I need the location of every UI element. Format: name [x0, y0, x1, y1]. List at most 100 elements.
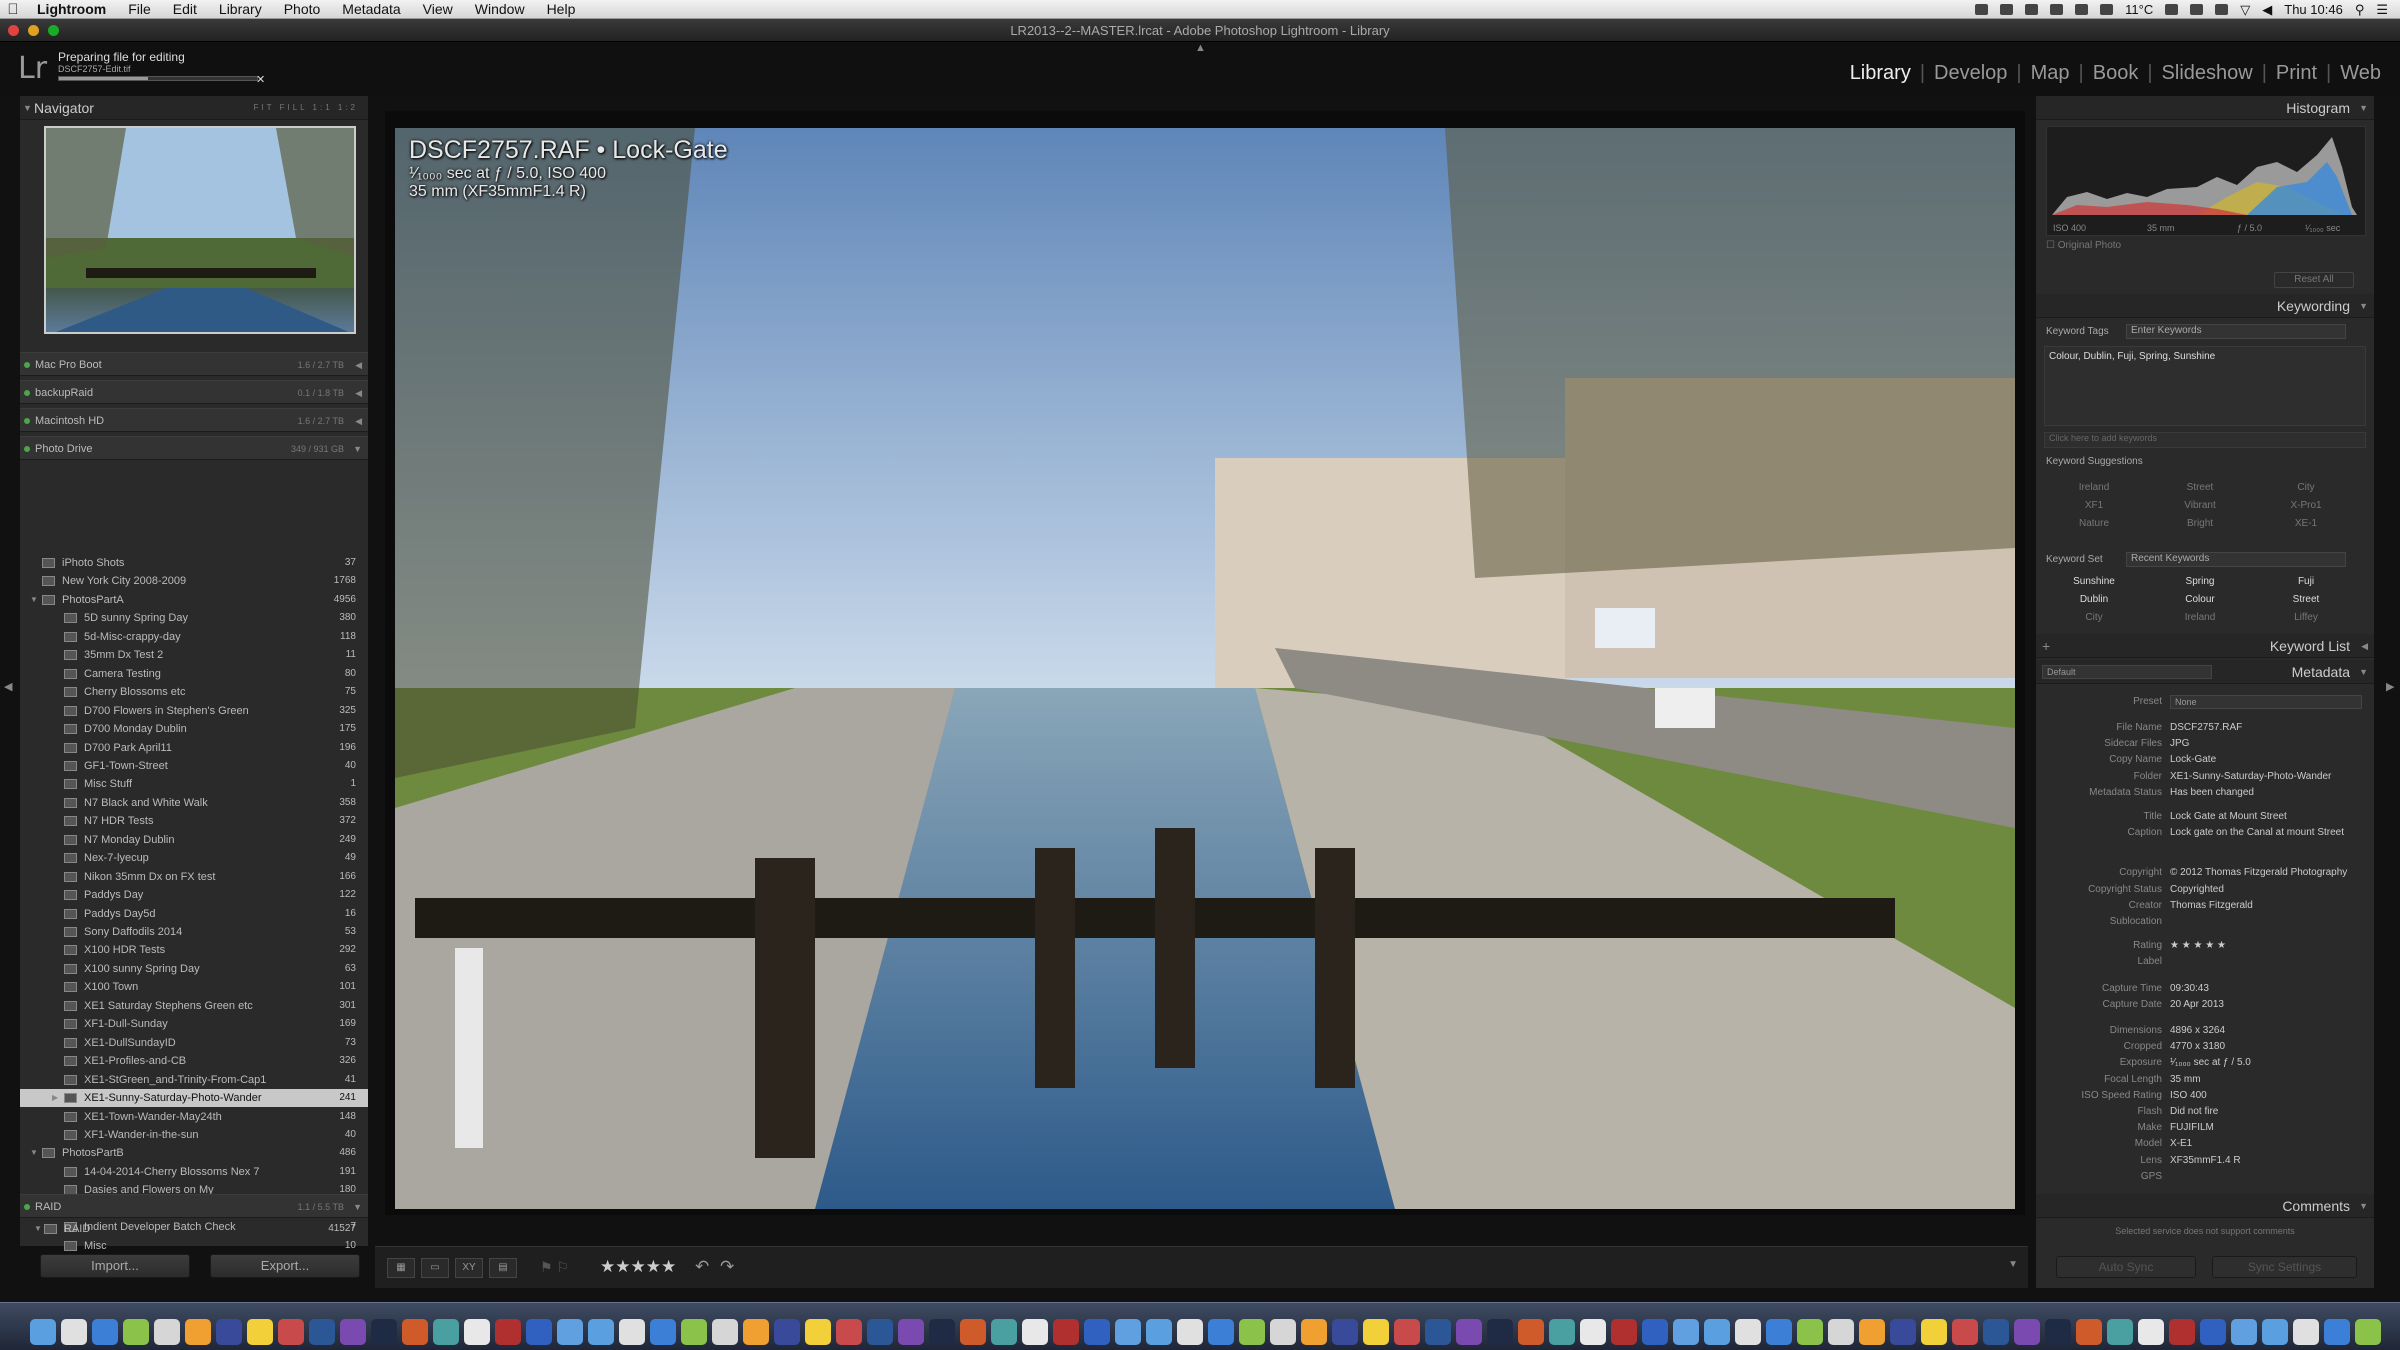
compare-view-icon[interactable]: XY [455, 1258, 483, 1278]
volume-menu-icon[interactable]: ◀ [355, 409, 362, 433]
collapse-folder-icon[interactable]: ▼ [30, 1144, 38, 1162]
add-keyword-icon[interactable]: + [2042, 634, 2050, 658]
volume-menu-icon[interactable]: ▼ [353, 437, 362, 461]
flag-icons[interactable]: ⚑ ⚐ [540, 1259, 569, 1276]
dock-app-icon[interactable] [247, 1319, 273, 1345]
metadata-value[interactable]: 4896 x 3264 [2170, 1023, 2225, 1039]
dock-app-icon[interactable] [1208, 1319, 1234, 1345]
dock-app-icon[interactable] [1239, 1319, 1265, 1345]
navigator-header[interactable]: ▼ Navigator FIT FILL 1:1 1:2 [20, 96, 368, 120]
dock-app-icon[interactable] [991, 1319, 1017, 1345]
dock-app-icon[interactable] [1394, 1319, 1420, 1345]
minimize-window-button[interactable] [28, 25, 39, 36]
volume-menu-icon[interactable]: ▼ [353, 1195, 362, 1219]
folder-row[interactable]: N7 HDR Tests 372 [20, 812, 368, 830]
dock-app-icon[interactable] [1177, 1319, 1203, 1345]
module-map[interactable]: Map [2026, 62, 2075, 85]
dock-app-icon[interactable] [743, 1319, 769, 1345]
dock-app-icon[interactable] [2293, 1319, 2319, 1345]
dock-app-icon[interactable] [619, 1319, 645, 1345]
dock-app-icon[interactable] [309, 1319, 335, 1345]
metadata-value[interactable]: ISO 400 [2170, 1088, 2207, 1104]
module-library[interactable]: Library [1845, 62, 1916, 85]
folder-row[interactable]: GF1-Town-Street 40 [20, 757, 368, 775]
menu-photo[interactable]: Photo [273, 1, 332, 17]
dock-app-icon[interactable] [2324, 1319, 2350, 1345]
keyword-list-header[interactable]: + Keyword List ◀ [2036, 634, 2374, 658]
folder-row[interactable]: Nex-7-lyecup 49 [20, 849, 368, 867]
folder-row[interactable]: X100 HDR Tests 292 [20, 941, 368, 959]
dock-app-icon[interactable] [402, 1319, 428, 1345]
folder-row[interactable]: XE1 Saturday Stephens Green etc 301 [20, 997, 368, 1015]
original-photo-checkbox[interactable]: ☐ Original Photo [2046, 240, 2121, 251]
dock-app-icon[interactable] [154, 1319, 180, 1345]
loupe-view-icon[interactable]: ▭ [421, 1258, 449, 1278]
volume-menu-icon[interactable]: ◀ [355, 353, 362, 377]
dock-app-icon[interactable] [495, 1319, 521, 1345]
dock-app-icon[interactable] [867, 1319, 893, 1345]
status-icon[interactable] [2000, 4, 2014, 15]
metadata-value[interactable]: ★ ★ ★ ★ ★ [2170, 938, 2226, 954]
folder-row[interactable]: XF1-Wander-in-the-sun 40 [20, 1126, 368, 1144]
folder-row[interactable]: ▼ PhotosPartB 486 [20, 1144, 368, 1162]
keyword-suggestion[interactable]: XE-1 [2256, 518, 2356, 529]
volume-row[interactable]: backupRaid 0.1 / 1.8 TB ◀ [20, 380, 368, 404]
disclosure-triangle-icon[interactable]: ▼ [2359, 96, 2368, 120]
main-photo[interactable]: DSCF2757.RAF • Lock-Gate ¹⁄₁₀₀₀ sec at ƒ… [395, 128, 2015, 1209]
navigator-preview[interactable] [44, 126, 356, 334]
menu-metadata[interactable]: Metadata [331, 1, 411, 17]
metadata-value[interactable]: XE1-Sunny-Saturday-Photo-Wander [2170, 769, 2331, 785]
zoom-window-button[interactable] [48, 25, 59, 36]
folder-row[interactable]: 5D sunny Spring Day 380 [20, 609, 368, 627]
dock-app-icon[interactable] [1828, 1319, 1854, 1345]
comments-header[interactable]: Comments ▼ [2036, 1194, 2374, 1218]
expand-folder-icon[interactable]: ▶ [52, 1089, 58, 1107]
metadata-value[interactable]: Has been changed [2170, 785, 2254, 801]
export-button[interactable]: Export... [210, 1254, 360, 1278]
keyword-set-select[interactable]: Recent Keywords [2126, 552, 2346, 567]
metadata-value[interactable]: X-E1 [2170, 1136, 2192, 1152]
keywords-field[interactable]: Colour, Dublin, Fuji, Spring, Sunshine [2044, 346, 2366, 426]
folder-row[interactable]: Paddys Day5d 16 [20, 905, 368, 923]
dock-app-icon[interactable] [1146, 1319, 1172, 1345]
dock-app-icon[interactable] [1952, 1319, 1978, 1345]
metadata-value[interactable]: 35 mm [2170, 1072, 2201, 1088]
menu-file[interactable]: File [117, 1, 162, 17]
metadata-header[interactable]: Default Metadata ▼ [2036, 660, 2374, 684]
keyword-suggestion[interactable]: Ireland [2044, 482, 2144, 493]
survey-view-icon[interactable]: ▤ [489, 1258, 517, 1278]
dock-app-icon[interactable] [2107, 1319, 2133, 1345]
folder-row[interactable]: N7 Black and White Walk 358 [20, 794, 368, 812]
folder-row[interactable]: ▼ RAID 41527 [20, 1220, 368, 1238]
keyword-set-item[interactable]: Fuji [2256, 576, 2356, 587]
dock-app-icon[interactable] [1859, 1319, 1885, 1345]
collapse-folder-icon[interactable]: ▼ [30, 591, 38, 609]
wifi-icon[interactable]: ▽ [2240, 2, 2250, 18]
rating-stars[interactable]: ★★★★★ [600, 1257, 676, 1277]
status-icon[interactable] [2100, 4, 2114, 15]
dock-app-icon[interactable] [1735, 1319, 1761, 1345]
dock-app-icon[interactable] [2045, 1319, 2071, 1345]
weather-temperature[interactable]: 11°C [2125, 2, 2153, 17]
dock-app-icon[interactable] [2355, 1319, 2381, 1345]
dock-app-icon[interactable] [61, 1319, 87, 1345]
keyword-suggestion[interactable]: Nature [2044, 518, 2144, 529]
menu-edit[interactable]: Edit [162, 1, 208, 17]
cancel-progress-icon[interactable]: ✕ [256, 73, 265, 86]
keyword-set-item[interactable]: Ireland [2150, 612, 2250, 623]
keyword-tags-select[interactable]: Enter Keywords [2126, 324, 2346, 339]
folder-row[interactable]: 35mm Dx Test 2 11 [20, 646, 368, 664]
dock-app-icon[interactable] [1301, 1319, 1327, 1345]
dock-app-icon[interactable] [526, 1319, 552, 1345]
keyword-set-item[interactable]: Street [2256, 594, 2356, 605]
volume-row[interactable]: Mac Pro Boot 1.6 / 2.7 TB ◀ [20, 352, 368, 376]
metadata-value[interactable]: XF35mmF1.4 R [2170, 1153, 2241, 1169]
keyword-set-item[interactable]: Liffey [2256, 612, 2356, 623]
volume-row[interactable]: Macintosh HD 1.6 / 2.7 TB ◀ [20, 408, 368, 432]
volume-row[interactable]: RAID 1.1 / 5.5 TB ▼ [20, 1194, 368, 1218]
keyword-suggestion[interactable]: Street [2150, 482, 2250, 493]
sync-settings-button[interactable]: Sync Settings [2212, 1256, 2357, 1278]
menu-view[interactable]: View [412, 1, 464, 17]
status-icon[interactable] [2075, 4, 2089, 15]
module-web[interactable]: Web [2335, 62, 2386, 85]
